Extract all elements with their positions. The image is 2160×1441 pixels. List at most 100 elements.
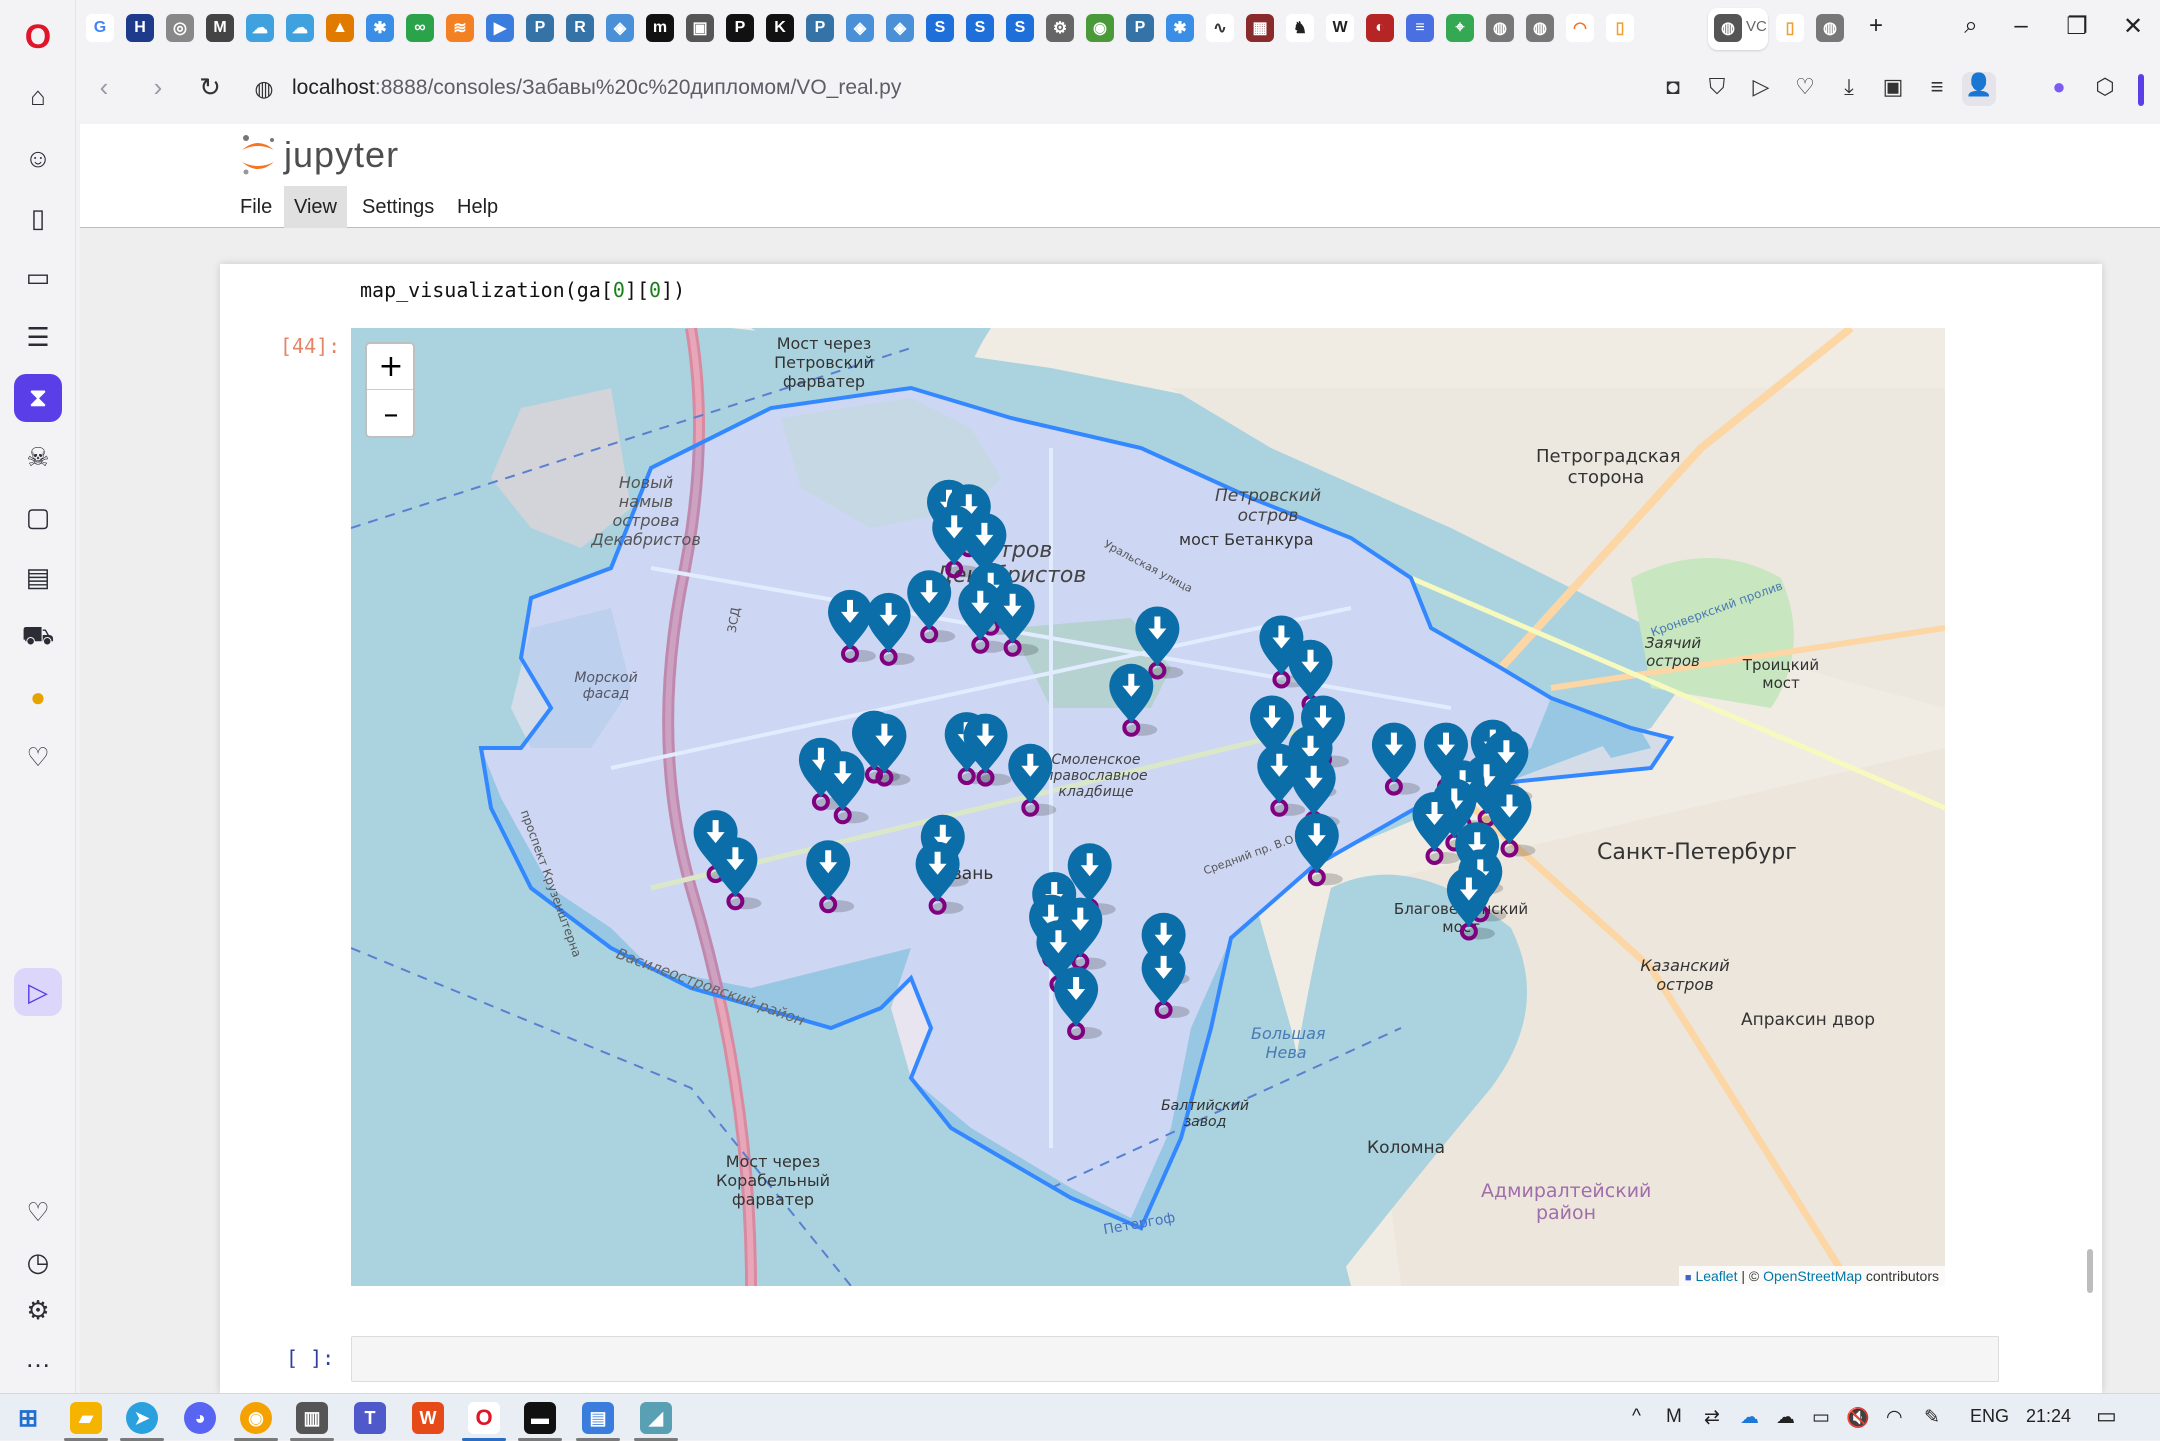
reload-icon[interactable]: ↻ xyxy=(192,72,228,103)
tab-icon[interactable]: ▯ xyxy=(1776,14,1804,42)
onedrive-icon[interactable]: ☁ xyxy=(1740,1406,1759,1429)
car-icon[interactable]: ⛟ xyxy=(14,613,62,661)
menu-help[interactable]: Help xyxy=(447,186,508,228)
back-icon[interactable]: ‹ xyxy=(86,72,122,103)
tab-icon[interactable]: P xyxy=(726,14,754,42)
tab-icon[interactable]: ≡ xyxy=(1406,14,1434,42)
jupyter-logo[interactable]: jupyter xyxy=(238,134,399,176)
tab-icon[interactable]: m xyxy=(646,14,674,42)
settings-gear-icon[interactable]: ⚙ xyxy=(14,1286,62,1334)
scrollbar[interactable] xyxy=(2087,1249,2093,1293)
map-marker[interactable] xyxy=(1371,722,1420,796)
forward-icon[interactable]: › xyxy=(140,72,176,103)
tab-search-icon[interactable]: ⌕ xyxy=(1951,12,1991,40)
tab-icon[interactable]: ▶ xyxy=(486,14,514,42)
map-marker[interactable] xyxy=(907,570,956,644)
tab-icon[interactable]: W xyxy=(1326,14,1354,42)
tab-icon[interactable]: ☁ xyxy=(286,14,314,42)
history-icon[interactable]: ◷ xyxy=(14,1238,62,1286)
app-icon[interactable]: ◢ xyxy=(640,1402,672,1434)
wps-icon[interactable]: W xyxy=(412,1402,444,1434)
restore-icon[interactable]: ❐ xyxy=(2057,12,2097,41)
notifications-icon[interactable]: ▭ xyxy=(2096,1403,2117,1429)
map-marker[interactable] xyxy=(820,751,869,825)
app-icon[interactable]: ◉ xyxy=(240,1402,272,1434)
map-marker[interactable] xyxy=(1054,967,1103,1040)
sidebar-toggle[interactable] xyxy=(2138,74,2144,106)
tab-icon[interactable]: ✱ xyxy=(366,14,394,42)
tab-icon[interactable]: P xyxy=(1126,14,1154,42)
close-icon[interactable]: ✕ xyxy=(2113,12,2153,41)
osm-link[interactable]: OpenStreetMap xyxy=(1763,1268,1862,1284)
aria-icon[interactable]: ▷ xyxy=(14,968,62,1016)
app-icon[interactable]: ▥ xyxy=(296,1402,328,1434)
opera-icon[interactable]: O xyxy=(468,1402,500,1434)
tab-icon[interactable]: S xyxy=(1006,14,1034,42)
tab-icon[interactable]: ◍ xyxy=(1526,14,1554,42)
tab-icon[interactable]: ▦ xyxy=(1246,14,1274,42)
heart-icon[interactable]: ♡ xyxy=(14,1188,62,1236)
cube-icon[interactable]: ⬡ xyxy=(2088,74,2122,100)
minimize-icon[interactable]: – xyxy=(2001,12,2041,40)
code-cell-input[interactable] xyxy=(351,1336,1999,1382)
wifi-icon[interactable]: ◠ xyxy=(1886,1406,1903,1429)
skull-icon[interactable]: ☠ xyxy=(14,433,62,481)
heart-icon[interactable]: ♡ xyxy=(1788,74,1822,100)
document-icon[interactable]: ▤ xyxy=(14,553,62,601)
profile-icon[interactable]: 👤 xyxy=(1962,72,1996,106)
teams-icon[interactable]: T xyxy=(354,1402,386,1434)
tab-icon[interactable]: ✱ xyxy=(1166,14,1194,42)
tab-icon[interactable]: ◈ xyxy=(606,14,634,42)
volume-muted-icon[interactable]: 🔇 xyxy=(1846,1406,1870,1430)
pen-icon[interactable]: ✎ xyxy=(1924,1406,1940,1429)
tab-icon[interactable]: H xyxy=(126,14,154,42)
site-info-globe-icon[interactable]: ◍ xyxy=(246,76,282,102)
menu-settings[interactable]: Settings xyxy=(352,186,444,228)
file-explorer-icon[interactable]: ▰ xyxy=(70,1402,102,1434)
battery-icon[interactable]: ▭ xyxy=(1812,1406,1830,1429)
leaflet-map[interactable]: Мост через Петровский фарватер Новый нам… xyxy=(351,328,1945,1286)
telegram-icon[interactable]: ➤ xyxy=(126,1402,158,1434)
map-marker[interactable] xyxy=(1008,743,1057,817)
tray-app-icon[interactable]: M xyxy=(1666,1406,1682,1428)
menu-view[interactable]: View xyxy=(284,186,347,228)
windows-start-icon[interactable]: ⊞ xyxy=(12,1402,44,1434)
notepad-icon[interactable]: ▤ xyxy=(582,1402,614,1434)
camera-icon[interactable]: ◘ xyxy=(1656,74,1690,100)
hourglass-icon[interactable]: ⧗ xyxy=(14,374,62,422)
book-icon[interactable]: ▯ xyxy=(14,194,62,242)
tab-icon[interactable]: S xyxy=(926,14,954,42)
menu-file[interactable]: File xyxy=(230,186,282,228)
more-icon[interactable]: … xyxy=(14,1334,62,1382)
tab-icon[interactable]: ≋ xyxy=(446,14,474,42)
tab-google-icon[interactable]: G xyxy=(86,14,114,42)
tab-icon[interactable]: ▲ xyxy=(326,14,354,42)
map-marker[interactable] xyxy=(1294,813,1343,887)
tab-icon[interactable]: S xyxy=(966,14,994,42)
tab-icon[interactable]: ▯ xyxy=(1606,14,1634,42)
language-indicator[interactable]: ENG xyxy=(1970,1406,2009,1427)
tab-icon[interactable]: M xyxy=(206,14,234,42)
map-marker[interactable] xyxy=(1446,867,1495,941)
url-field[interactable]: localhost:8888/consoles/Забавы%20с%20дип… xyxy=(292,76,901,100)
terminal-icon[interactable]: ▬ xyxy=(524,1402,556,1434)
tab-icon[interactable]: ◎ xyxy=(166,14,194,42)
briefcase-icon[interactable]: ▭ xyxy=(14,253,62,301)
code-line[interactable]: map_visualization(ga[0][0]) xyxy=(360,278,685,302)
drop-icon[interactable]: ● xyxy=(2042,74,2076,100)
clock[interactable]: 21:24 xyxy=(2026,1406,2071,1427)
snapshot-icon[interactable]: ▣ xyxy=(1876,74,1910,100)
tab-icon[interactable]: ◍ xyxy=(1816,14,1844,42)
tab-icon[interactable]: ◈ xyxy=(886,14,914,42)
tray-app-icon[interactable]: ⇄ xyxy=(1704,1406,1720,1429)
opera-logo-icon[interactable]: O xyxy=(14,13,62,61)
tab-icon[interactable]: ◍ xyxy=(1486,14,1514,42)
tab-icon[interactable]: P xyxy=(526,14,554,42)
tab-icon[interactable]: ☁ xyxy=(246,14,274,42)
tab-icon[interactable]: ▣ xyxy=(686,14,714,42)
tab-icon[interactable]: ⚙ xyxy=(1046,14,1074,42)
shield-icon[interactable]: ⛉ xyxy=(1700,74,1734,100)
map-marker[interactable] xyxy=(1109,663,1158,737)
discord-icon[interactable]: ◕ xyxy=(184,1402,216,1434)
tab-icon[interactable]: ◈ xyxy=(846,14,874,42)
